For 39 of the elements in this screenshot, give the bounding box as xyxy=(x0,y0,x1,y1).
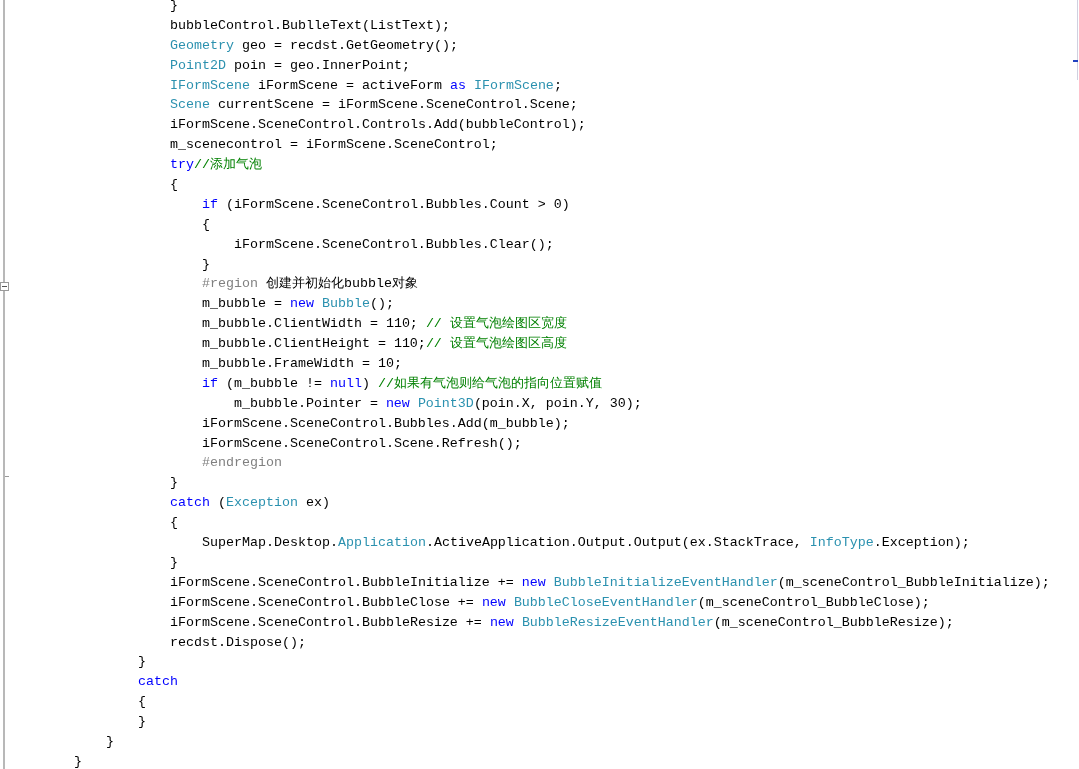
code-line: m_bubble.ClientWidth = 110; // 设置气泡绘图区宽度 xyxy=(201,318,567,331)
code-line: bubbleControl.BublleText(ListText); xyxy=(169,19,450,32)
code-line: m_scenecontrol = iFormScene.SceneControl; xyxy=(169,139,498,152)
code-line: catch xyxy=(137,676,178,689)
code-line: iFormScene.SceneControl.BubbleClose += new BubbleCloseEventHandler(m_sceneControl_BubbleClose); xyxy=(169,596,930,609)
code-line: SuperMap.Desktop.Application.ActiveApplication.Output.Output(ex.StackTrace, InfoType.Exception); xyxy=(201,537,970,550)
code-line: m_bubble.ClientHeight = 110;// 设置气泡绘图区高度 xyxy=(201,338,567,351)
code-line: { xyxy=(201,218,210,231)
code-line: { xyxy=(169,179,178,191)
code-line: } xyxy=(137,656,146,669)
code-line: try//添加气泡 xyxy=(169,159,262,172)
code-line: m_bubble.FrameWidth = 10; xyxy=(201,358,402,371)
code-line: iFormScene.SceneControl.BubbleInitialize += new BubbleInitializeEventHandler(m_sceneControl_BubbleInitialize); xyxy=(169,576,1050,589)
code-line: } xyxy=(74,755,82,768)
code-line: catch (Exception ex) xyxy=(169,497,330,510)
code-line: iFormScene.SceneControl.Scene.Refresh(); xyxy=(201,437,522,450)
code-line: m_bubble = new Bubble(); xyxy=(201,298,394,311)
code-line: { xyxy=(137,696,146,709)
code-line: Scene currentScene = iFormScene.SceneControl.Scene; xyxy=(169,99,578,112)
code-line: } xyxy=(169,0,178,12)
code-line: } xyxy=(201,258,210,271)
code-line: if (iFormScene.SceneControl.Bubbles.Count > 0) xyxy=(201,198,570,211)
code-line: } xyxy=(169,477,178,490)
code-line: Geometry geo = recdst.GetGeometry(); xyxy=(169,39,458,52)
code-line: recdst.Dispose(); xyxy=(169,636,306,649)
code-line: IFormScene iFormScene = activeForm as IFormScene; xyxy=(169,79,562,92)
code-line: iFormScene.SceneControl.Bubbles.Clear(); xyxy=(233,238,554,251)
code-line: m_bubble.Pointer = new Point3D(poin.X, poin.Y, 30); xyxy=(233,397,642,410)
code-line: } xyxy=(137,716,146,729)
code-line: #region 创建并初始化bubble对象 xyxy=(201,278,418,291)
code-line: } xyxy=(105,735,114,748)
code-line: iFormScene.SceneControl.Bubbles.Add(m_bubble); xyxy=(201,417,570,430)
code-line: iFormScene.SceneControl.BubbleResize += new BubbleResizeEventHandler(m_sceneControl_BubbleResize); xyxy=(169,616,954,629)
code-line: #endregion xyxy=(201,457,282,470)
code-line: { xyxy=(169,517,178,530)
code-line: if (m_bubble != null) //如果有气泡则给气泡的指向位置赋值 xyxy=(201,377,602,390)
code-line: Point2D poin = geo.InnerPoint; xyxy=(169,59,410,72)
code-line: } xyxy=(169,556,178,569)
code-line: iFormScene.SceneControl.Controls.Add(bubbleControl); xyxy=(169,119,586,132)
